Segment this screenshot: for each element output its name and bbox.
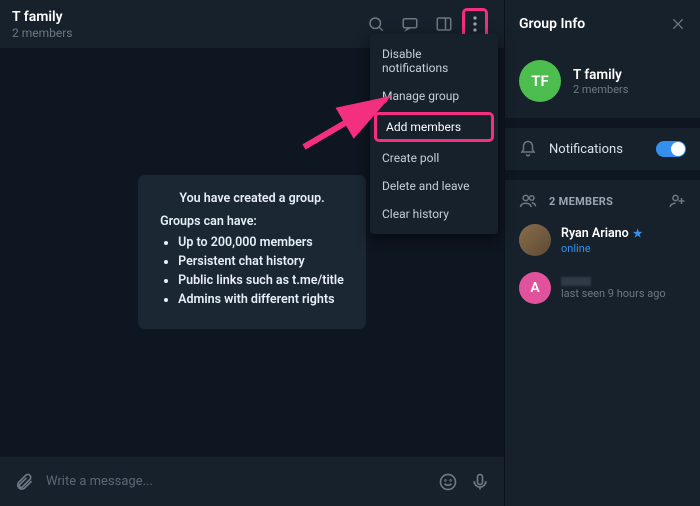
member-status: online — [561, 242, 643, 255]
chat-header: T family 2 members Disable notifications… — [0, 0, 504, 48]
voice-icon[interactable] — [470, 472, 490, 492]
avatar — [519, 224, 551, 256]
member-row[interactable]: Ryan Ariano★ online — [505, 216, 700, 264]
card-bullet: Persistent chat history — [178, 254, 344, 269]
panel-title: Group Info — [519, 16, 585, 32]
card-heading: You have created a group. — [160, 191, 344, 206]
group-name: T family — [573, 67, 628, 83]
menu-disable-notifications[interactable]: Disable notifications — [370, 40, 498, 82]
bell-icon — [519, 140, 537, 158]
members-header: 2 MEMBERS — [505, 180, 700, 216]
message-input[interactable]: Write a message... — [46, 474, 426, 489]
group-summary[interactable]: TF T family 2 members — [505, 48, 700, 118]
menu-clear-history[interactable]: Clear history — [370, 200, 498, 228]
panel-header: Group Info — [505, 0, 700, 48]
emoji-icon[interactable] — [438, 472, 458, 492]
member-name — [561, 277, 666, 286]
notifications-label: Notifications — [549, 142, 623, 157]
member-status: last seen 9 hours ago — [561, 287, 666, 300]
card-subheading: Groups can have: — [160, 214, 344, 229]
member-name: Ryan Ariano★ — [561, 226, 643, 241]
divider — [505, 118, 700, 128]
menu-create-poll[interactable]: Create poll — [370, 144, 498, 172]
group-created-card: You have created a group. Groups can hav… — [138, 175, 366, 329]
more-menu: Disable notifications Manage group Add m… — [370, 34, 498, 234]
avatar: A — [519, 272, 551, 304]
add-member-icon[interactable] — [668, 192, 686, 210]
menu-add-members[interactable]: Add members — [374, 112, 494, 142]
group-avatar: TF — [519, 60, 561, 102]
admin-star-icon: ★ — [633, 227, 643, 240]
card-bullets: Up to 200,000 members Persistent chat hi… — [160, 235, 344, 307]
group-info-panel: Group Info TF T family 2 members Notific… — [504, 0, 700, 506]
composer: Write a message... — [0, 456, 504, 506]
chat-title: T family — [12, 9, 352, 25]
redacted-name — [561, 277, 591, 286]
notifications-row[interactable]: Notifications — [505, 128, 700, 170]
card-bullet: Up to 200,000 members — [178, 235, 344, 250]
menu-manage-group[interactable]: Manage group — [370, 82, 498, 110]
divider — [505, 170, 700, 180]
menu-delete-and-leave[interactable]: Delete and leave — [370, 172, 498, 200]
close-icon[interactable] — [670, 16, 686, 32]
group-members-count: 2 members — [573, 83, 628, 96]
card-bullet: Admins with different rights — [178, 292, 344, 307]
members-icon — [519, 192, 537, 210]
chat-title-block[interactable]: T family 2 members — [12, 9, 352, 40]
attach-icon[interactable] — [14, 472, 34, 492]
members-label: 2 MEMBERS — [549, 195, 613, 208]
card-bullet: Public links such as t.me/title — [178, 273, 344, 288]
chat-area: T family 2 members Disable notifications… — [0, 0, 504, 506]
notifications-toggle[interactable] — [656, 141, 686, 157]
member-row[interactable]: A last seen 9 hours ago — [505, 264, 700, 312]
chat-subtitle: 2 members — [12, 26, 352, 40]
